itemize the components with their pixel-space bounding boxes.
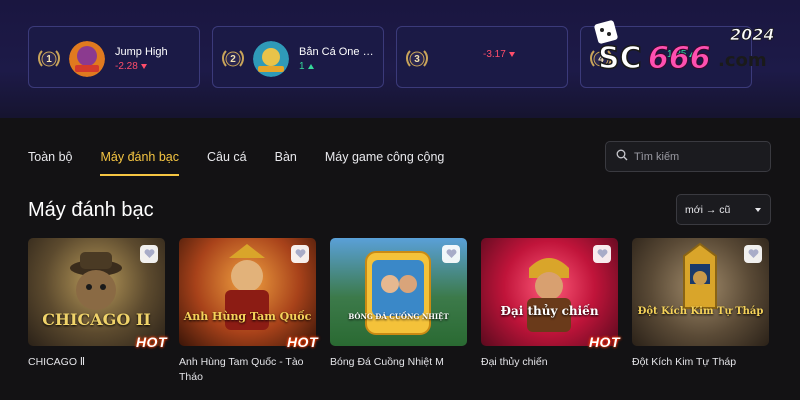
tab-fishing[interactable]: Câu cá: [207, 150, 247, 178]
arrow-down-icon: [140, 63, 147, 69]
heart-icon[interactable]: [744, 245, 762, 263]
laurel-icon: 2: [222, 49, 244, 69]
hot-badge: HOT: [135, 334, 167, 350]
game-thumbnail: [253, 41, 289, 77]
game-thumbnail[interactable]: CHICAGO II: [28, 238, 165, 346]
arrow-down-icon: [508, 51, 515, 57]
game-thumbnail: [69, 41, 105, 77]
thumbnail-text: Anh Hùng Tam Quốc: [183, 310, 312, 323]
laurel-icon: 3: [406, 49, 428, 69]
game-title[interactable]: Anh Hùng Tam Quốc - Tào Tháo: [179, 355, 309, 385]
game-card[interactable]: Đại thủy chiến HOT Đại thủy chiến: [481, 238, 620, 385]
ranking-delta: 1: [299, 61, 379, 72]
heart-icon[interactable]: [442, 245, 460, 263]
svg-text:SC: SC: [598, 41, 642, 76]
search-input[interactable]: [634, 150, 764, 163]
heart-icon[interactable]: [291, 245, 309, 263]
ranking-delta: -2.28: [115, 61, 195, 72]
svg-text:.com: .com: [718, 50, 767, 71]
tab-all[interactable]: Toàn bộ: [28, 150, 72, 178]
game-title[interactable]: CHICAGO Ⅱ: [28, 355, 158, 370]
site-logo: SC 666 .com 2024: [592, 20, 778, 78]
thumbnail-text: CHICAGO II: [42, 310, 151, 329]
game-thumbnail[interactable]: Đột Kích Kim Tự Tháp: [632, 238, 769, 346]
thumbnail-text: Đột Kích Kim Tự Tháp: [637, 306, 764, 317]
heart-icon[interactable]: [140, 245, 158, 263]
rank-number: 2: [230, 53, 236, 65]
game-thumbnail[interactable]: BÓNG ĐÁ CUỒNG NHIỆT: [330, 238, 467, 346]
caret-down-icon: [755, 208, 761, 212]
game-grid: CHICAGO II HOT CHICAGO Ⅱ Anh Hùng Tam Qu…: [28, 238, 769, 385]
rank-number: 1: [46, 53, 52, 65]
ranking-delta: -3.17: [483, 49, 563, 60]
logo-year: 2024: [730, 25, 775, 44]
game-card[interactable]: Đột Kích Kim Tự Tháp Đột Kích Kim Tự Thá…: [632, 238, 769, 385]
tab-slots[interactable]: Máy đánh bạc: [100, 150, 179, 178]
laurel-icon: 1: [38, 49, 60, 69]
ranking-card-2[interactable]: 2 Bắn Cá One S... 1: [212, 26, 384, 88]
sort-dropdown[interactable]: mới → cũ: [676, 194, 771, 225]
tab-arcade[interactable]: Máy game công cộng: [325, 150, 445, 178]
game-card[interactable]: Anh Hùng Tam Quốc HOT Anh Hùng Tam Quốc …: [179, 238, 318, 385]
game-card[interactable]: BÓNG ĐÁ CUỒNG NHIỆT Bóng Đá Cuồng Nhiệt …: [330, 238, 467, 385]
game-thumbnail[interactable]: Anh Hùng Tam Quốc: [179, 238, 316, 346]
category-tabs: Toàn bộ Máy đánh bạc Câu cá Bàn Máy game…: [28, 150, 472, 178]
game-title[interactable]: Đột Kích Kim Tự Tháp: [632, 355, 762, 370]
game-card[interactable]: CHICAGO II HOT CHICAGO Ⅱ: [28, 238, 167, 385]
section-title: Máy đánh bạc: [28, 199, 154, 221]
ranking-card-1[interactable]: 1 Jump High -2.28: [28, 26, 200, 88]
ranking-game-title: Bắn Cá One S...: [299, 46, 379, 58]
game-thumbnail[interactable]: Đại thủy chiến: [481, 238, 618, 346]
thumbnail-text: Đại thủy chiến: [500, 304, 599, 318]
search-icon: [616, 148, 628, 166]
ranking-card-3[interactable]: 3 -3.17: [396, 26, 568, 88]
thumbnail-text: BÓNG ĐÁ CUỒNG NHIỆT: [348, 312, 449, 321]
heart-icon[interactable]: [593, 245, 611, 263]
hot-badge: HOT: [588, 334, 620, 350]
search-box[interactable]: [605, 141, 771, 172]
tab-table[interactable]: Bàn: [275, 150, 297, 178]
arrow-up-icon: [307, 63, 314, 69]
hot-badge: HOT: [286, 334, 318, 350]
ranking-game-title: Jump High: [115, 46, 168, 58]
game-title[interactable]: Đại thủy chiến: [481, 355, 611, 370]
svg-text:666: 666: [648, 41, 711, 76]
sort-value: mới → cũ: [685, 203, 731, 216]
rank-number: 3: [414, 53, 420, 65]
game-title[interactable]: Bóng Đá Cuồng Nhiệt M: [330, 355, 460, 370]
